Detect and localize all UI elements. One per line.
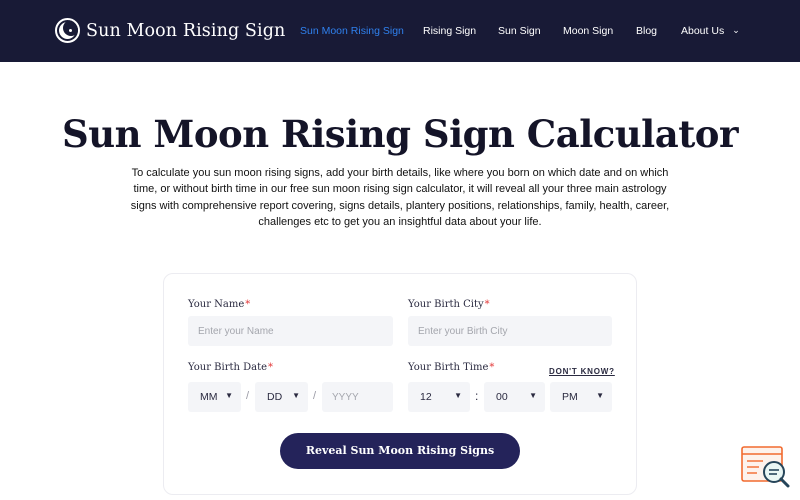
search-document-icon[interactable] [741,446,791,488]
required-mark: * [245,299,251,310]
birth-ampm-select[interactable]: PM ▼ [550,382,612,412]
birth-day-value: DD [267,391,283,403]
required-mark: * [268,362,274,373]
nav-item-about-us[interactable]: About Us ⌄ [681,25,740,37]
chevron-down-icon: ⌄ [732,25,740,35]
chevron-down-icon: ▼ [529,391,537,400]
nav-item-moon-sign[interactable]: Moon Sign [563,25,613,37]
dont-know-time-link[interactable]: DON'T KNOW? [549,367,615,376]
birth-minute-select[interactable]: 00 ▼ [484,382,545,412]
reveal-signs-button[interactable]: Reveal Sun Moon Rising Signs [280,433,520,469]
nav-item-rising-sign[interactable]: Rising Sign [423,25,476,37]
chevron-down-icon: ▼ [292,391,300,400]
chevron-down-icon: ▼ [454,391,462,400]
birth-hour-select[interactable]: 12 ▼ [408,382,470,412]
birth-hour-value: 12 [420,391,432,403]
required-mark: * [489,362,495,373]
date-separator: / [246,390,250,402]
birth-month-value: MM [200,391,218,403]
nav-item-about-us-label: About Us [681,25,725,37]
birth-ampm-value: PM [562,391,578,403]
nav-item-sun-sign[interactable]: Sun Sign [498,25,541,37]
time-separator: : [475,389,479,403]
page-description: To calculate you sun moon rising signs, … [130,167,670,228]
name-input[interactable] [188,316,393,346]
birth-year-input[interactable] [322,382,393,412]
birth-city-label: Your Birth City* [408,299,490,310]
birth-minute-value: 00 [496,391,508,403]
site-header: Sun Moon Rising Sign Sun Moon Rising Sig… [0,0,800,62]
nav-item-sun-moon-rising-sign[interactable]: Sun Moon Rising Sign [300,25,404,37]
required-mark: * [484,299,490,310]
birth-day-select[interactable]: DD ▼ [255,382,308,412]
nav-item-blog[interactable]: Blog [636,25,657,37]
page-title: Sun Moon Rising Sign Calculator [62,112,738,156]
birth-month-select[interactable]: MM ▼ [188,382,241,412]
birth-date-label: Your Birth Date* [188,362,274,373]
chevron-down-icon: ▼ [596,391,604,400]
birth-city-input[interactable] [408,316,612,346]
birth-time-label: Your Birth Time* [408,362,495,373]
chevron-down-icon: ▼ [225,391,233,400]
name-label: Your Name* [188,299,251,310]
date-separator: / [313,390,317,402]
main-nav: Sun Moon Rising Sign Rising Sign Sun Sig… [0,25,800,39]
